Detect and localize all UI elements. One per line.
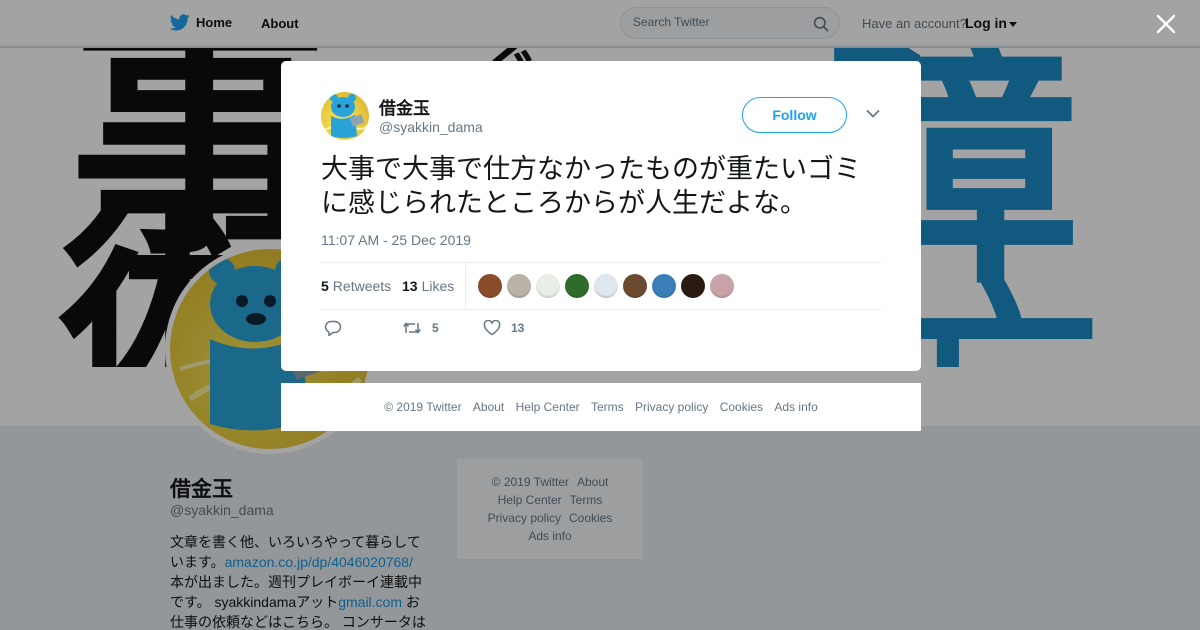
retweet-count: 5 [321,278,329,294]
tweet-actions: 5 13 [321,320,881,342]
tweet-author-handle[interactable]: @syakkin_dama [379,119,483,135]
liker-avatar[interactable] [710,274,734,298]
footer-link-about[interactable]: About [473,400,504,414]
footer-link-help[interactable]: Help Center [516,400,580,414]
like-stat[interactable]: 13 Likes [402,278,454,294]
reply-icon [324,320,342,336]
retweet-label: Retweets [332,278,392,294]
close-icon[interactable] [1156,14,1176,34]
liker-avatar[interactable] [623,274,647,298]
like-label: Likes [421,278,455,294]
liker-avatar[interactable] [536,274,560,298]
liker-avatar[interactable] [652,274,676,298]
tweet-text-line: 大事で大事で仕方なかったものが重たいゴミ [321,154,861,185]
retweet-stat[interactable]: 5 Retweets [321,278,391,294]
tweet-author-name[interactable]: 借金玉 [379,94,430,119]
heart-icon [483,320,501,336]
chevron-down-icon[interactable] [866,109,880,119]
liker-avatar[interactable] [478,274,502,298]
liker-avatar[interactable] [507,274,531,298]
tweet-modal: 借金玉 @syakkin_dama Follow 大事で大事で仕方なかったものが… [281,61,921,371]
liker-avatar[interactable] [681,274,705,298]
stats-divider [465,263,466,310]
tweet-author-avatar[interactable] [321,92,369,140]
liker-avatars [478,274,734,298]
tweet-text: 大事で大事で仕方なかったものが重たいゴミ に感じられたところからが人生だよな。 [321,153,891,221]
bear-mascot-icon [324,94,369,138]
tweet-text-line: に感じられたところからが人生だよな。 [321,188,807,219]
modal-footer: © 2019 Twitter About Help Center Terms P… [281,383,921,431]
liker-avatar[interactable] [565,274,589,298]
tweet-stats: 5 Retweets 13 Likes [321,262,881,310]
footer-link-cookies[interactable]: Cookies [720,400,763,414]
footer-link-terms[interactable]: Terms [591,400,624,414]
footer-link-privacy[interactable]: Privacy policy [635,400,708,414]
like-action-count: 13 [511,321,525,335]
like-count: 13 [402,278,418,294]
retweet-icon [402,322,422,334]
tweet-timestamp[interactable]: 11:07 AM - 25 Dec 2019 [321,232,471,248]
follow-button[interactable]: Follow [742,97,847,133]
footer-link-ads[interactable]: Ads info [774,400,817,414]
liker-avatar[interactable] [594,274,618,298]
like-button[interactable]: 13 [483,320,524,336]
retweet-button[interactable]: 5 [402,320,439,336]
footer-copyright: © 2019 Twitter [384,400,462,414]
reply-button[interactable] [324,320,342,336]
retweet-action-count: 5 [432,321,439,335]
